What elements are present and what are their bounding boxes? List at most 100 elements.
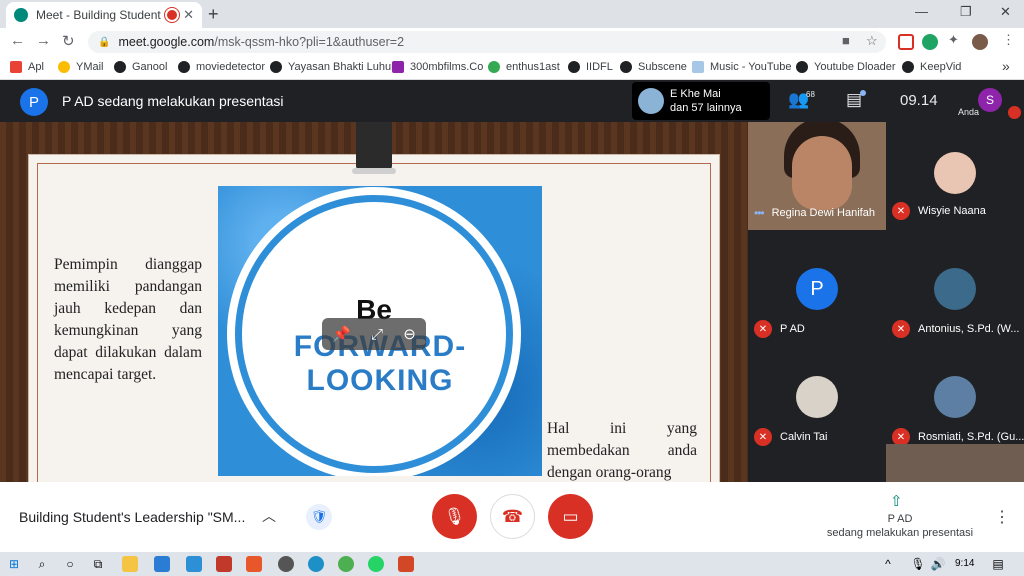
globe-icon [270,61,282,73]
taskbar-clock[interactable]: 9:14 [955,558,974,569]
mic-off-icon: 🎙 [443,506,466,526]
file-explorer-icon[interactable] [122,556,138,572]
more-options-icon[interactable]: ⋮ [994,507,1010,527]
present-screen-icon[interactable]: ⇧ [890,492,903,510]
apps-grid-icon [10,61,22,73]
meet-favicon-icon [14,8,28,22]
participant-tile[interactable]: ✕ Rosmiati, S.Pd. (Gu... [886,348,1024,456]
pin-icon[interactable]: 📌 [332,325,351,343]
antivirus-icon[interactable] [216,556,232,572]
bookmark-youtube-dloader[interactable]: Youtube Dloader [796,61,896,73]
participant-face [792,136,852,210]
participant-tile-partial[interactable] [886,444,1024,482]
leave-call-button[interactable]: ☎ [490,494,535,539]
hang-up-icon: ☎ [501,506,524,526]
chat-notification-dot [860,90,866,96]
address-bar[interactable]: 🔒 meet.google.com/msk-qssm-hko?pli=1&aut… [88,31,886,53]
windows-start-icon[interactable]: ⊞ [6,556,22,572]
bookmark-keepvid[interactable]: KeepVid [902,61,961,73]
participants-preview[interactable]: E Khe Mai dan 57 lainnya [632,82,770,120]
edge-icon[interactable] [308,556,324,572]
participants-first-name: E Khe Mai [670,88,721,100]
fullscreen-icon[interactable]: ⤢ [371,326,383,343]
participant-tile[interactable]: P ✕ P AD [748,240,886,348]
globe-icon [114,61,126,73]
camera-permission-icon[interactable]: ■ [842,33,850,48]
bookmark-music-youtube[interactable]: Music - YouTube [692,61,792,73]
meeting-title[interactable]: Building Student's Leadership "SM... [19,509,245,525]
bookmark-300mbfilms[interactable]: 300mbfilms.Co [392,61,483,73]
minimize-button[interactable]: — [915,4,928,19]
media-player-icon[interactable] [278,556,294,572]
globe-icon [568,61,580,73]
search-icon[interactable]: ⌕ [34,556,50,572]
host-controls-shield-icon[interactable]: 🛡 [306,504,332,530]
bookmark-subscene[interactable]: Subscene [620,61,687,73]
bookmark-yayasan[interactable]: Yayasan Bhakti Luhur [270,61,395,73]
chevron-up-icon[interactable]: ︿ [262,506,276,526]
forward-arrow-icon[interactable]: → [36,32,51,49]
bookmark-iidfl[interactable]: IIDFL [568,61,613,73]
participant-tile[interactable]: ✕ Wisyie Naana [886,122,1024,230]
bookmark-enthus1ast[interactable]: enthus1ast [488,61,560,73]
restore-button[interactable]: ❐ [960,4,972,20]
bookmark-ymail[interactable]: YMail [58,61,104,73]
chrome-icon[interactable] [338,556,354,572]
slide-paragraph-right: Hal ini yang membedakan anda dengan oran… [547,420,697,481]
browser-menu-icon[interactable]: ⋮ [1002,32,1015,48]
globe-icon [620,61,632,73]
profile-avatar[interactable] [972,34,988,50]
office-icon[interactable] [246,556,262,572]
notifications-icon[interactable]: ▤ [990,556,1006,572]
volume-icon[interactable]: 🔊 [930,556,946,572]
participant-avatar [934,268,976,310]
url-host: meet.google.com [118,35,215,49]
cortana-icon[interactable]: ○ [62,556,78,572]
mail-icon[interactable] [154,556,170,572]
participant-name: ••• Regina Dewi Hanifah [754,206,875,220]
participants-others: dan 57 lainnya [670,102,742,114]
globe-icon [902,61,914,73]
extensions-puzzle-icon[interactable]: ✦ [948,32,959,48]
participant-name: ✕ Calvin Tai [754,428,828,446]
camera-toggle-button[interactable]: ▭ [548,494,593,539]
presentation-controls[interactable]: 📌 ⤢ ⊖ [322,318,426,350]
task-view-icon[interactable]: ⧉ [90,556,106,572]
participant-tile[interactable]: ••• Regina Dewi Hanifah [748,122,886,230]
back-arrow-icon[interactable]: ← [10,32,25,49]
participant-tile[interactable]: ✕ Antonius, S.Pd. (W... [886,240,1024,348]
new-tab-button[interactable]: + [208,4,219,25]
self-muted-icon [1008,106,1021,119]
participant-avatar: P [796,268,838,310]
close-window-button[interactable]: ✕ [1000,4,1011,20]
binder-clip [356,122,392,170]
grammarly-icon[interactable] [922,34,938,50]
whatsapp-icon[interactable] [368,556,384,572]
globe-icon [796,61,808,73]
binder-clip-base [352,168,396,174]
presentation-view: Pemimpin dianggap memiliki pandangan jau… [0,122,748,482]
microphone-toggle-button[interactable]: 🎙 [432,494,477,539]
extension-icon[interactable] [898,34,914,50]
powerpoint-icon[interactable] [398,556,414,572]
bookmark-star-icon[interactable]: ☆ [866,33,878,49]
bookmarks-overflow-button[interactable]: » [1002,58,1010,74]
browser-tab-meet[interactable]: Meet - Building Student's Le ✕ [6,2,202,28]
bookmark-apps[interactable]: Apl [10,61,44,73]
app-icon[interactable] [186,556,202,572]
microphone-icon[interactable]: 🎙 [910,556,926,572]
participant-thumb [638,88,664,114]
bookmark-moviedetector[interactable]: moviedetector [178,61,265,73]
speaking-indicator-icon: ••• [754,206,765,220]
mic-off-icon: ✕ [892,320,910,338]
tab-close-icon[interactable]: ✕ [183,7,194,23]
participant-avatar [796,376,838,418]
participant-tile[interactable]: ✕ Calvin Tai [748,348,886,456]
remove-icon[interactable]: ⊖ [403,325,416,343]
participants-grid: ••• Regina Dewi Hanifah ✕ Wisyie Naana P ✕… [748,122,1024,482]
presenter-status: sedang melakukan presentasi [826,527,974,539]
meet-control-bar: Building Student's Leadership "SM... ︿ 🛡… [0,482,1024,552]
reload-icon[interactable]: ↻ [62,32,75,50]
bookmark-ganool[interactable]: Ganool [114,61,167,73]
show-hidden-icons[interactable]: ^ [880,556,896,572]
